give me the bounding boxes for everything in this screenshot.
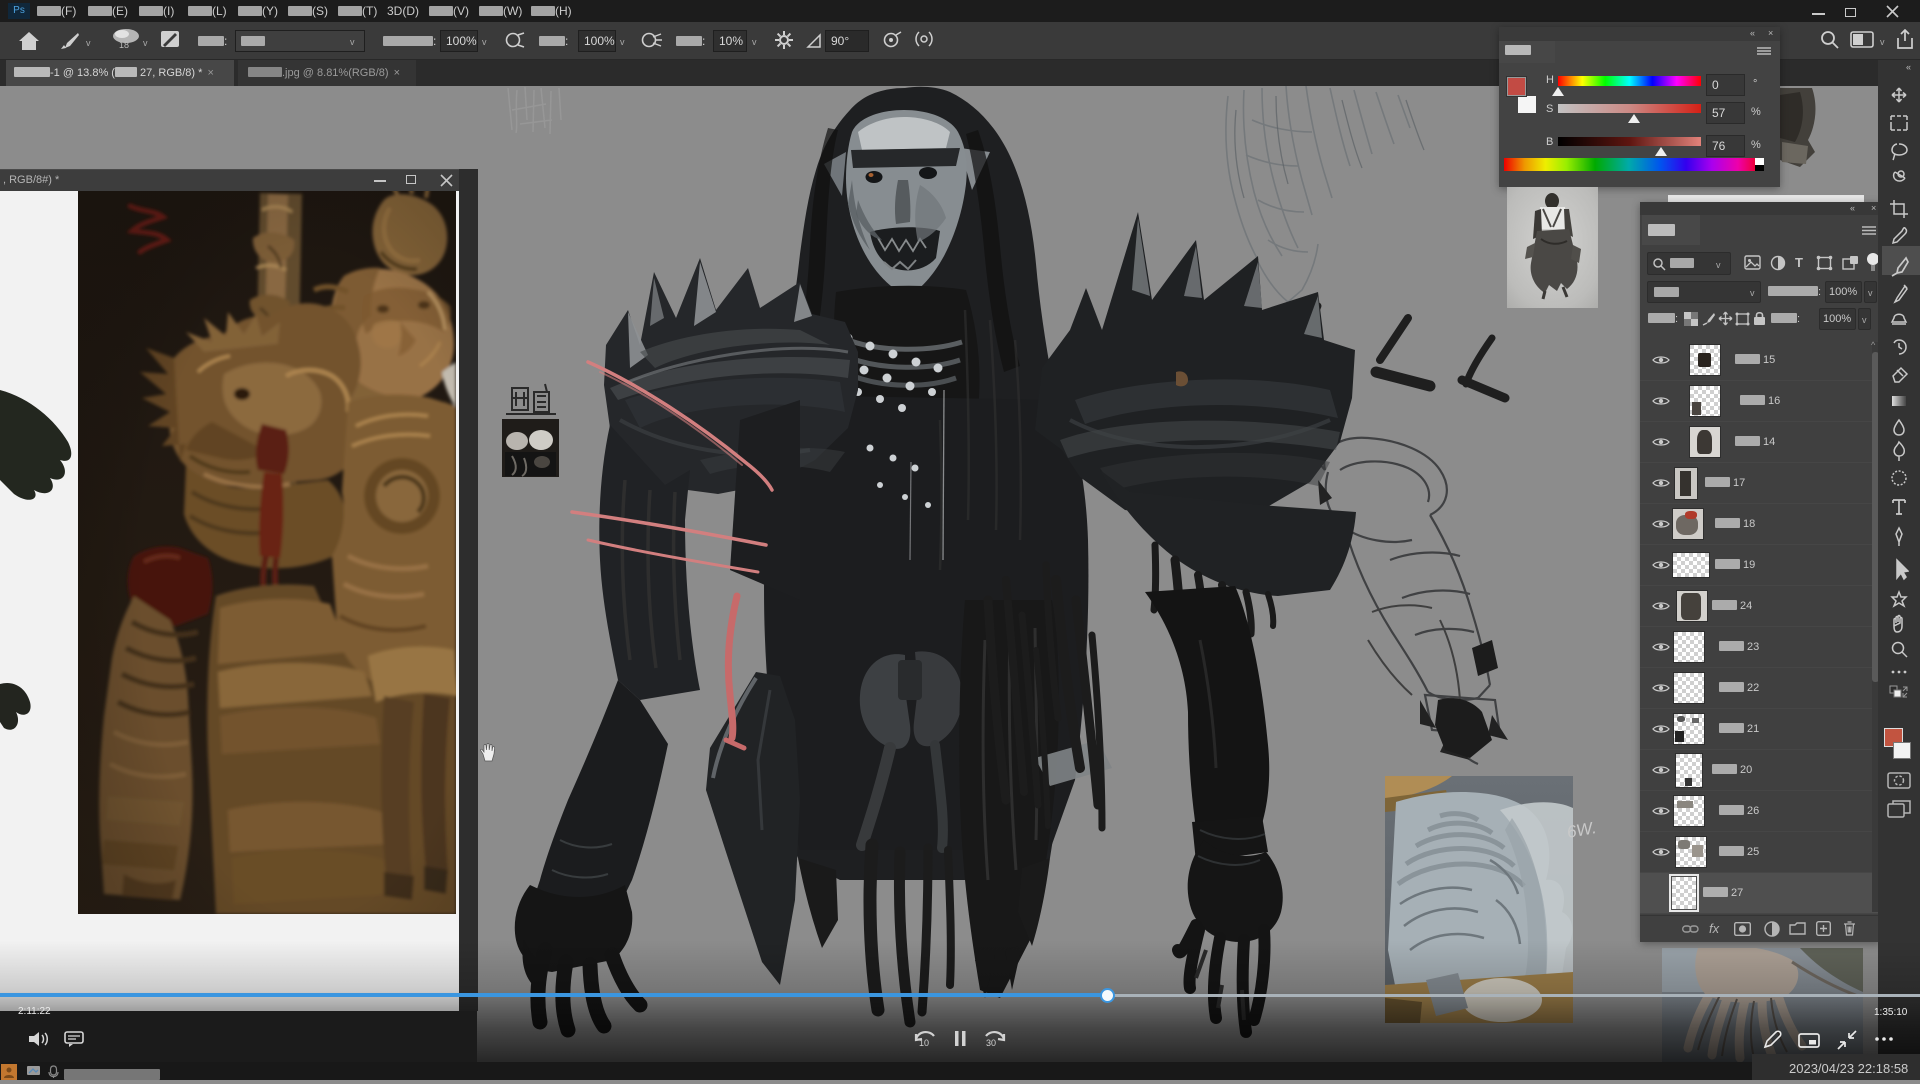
svg-text:30: 30 [986, 1038, 996, 1048]
svg-text:10: 10 [919, 1038, 929, 1048]
svg-text:6W.: 6W. [1565, 818, 1597, 842]
